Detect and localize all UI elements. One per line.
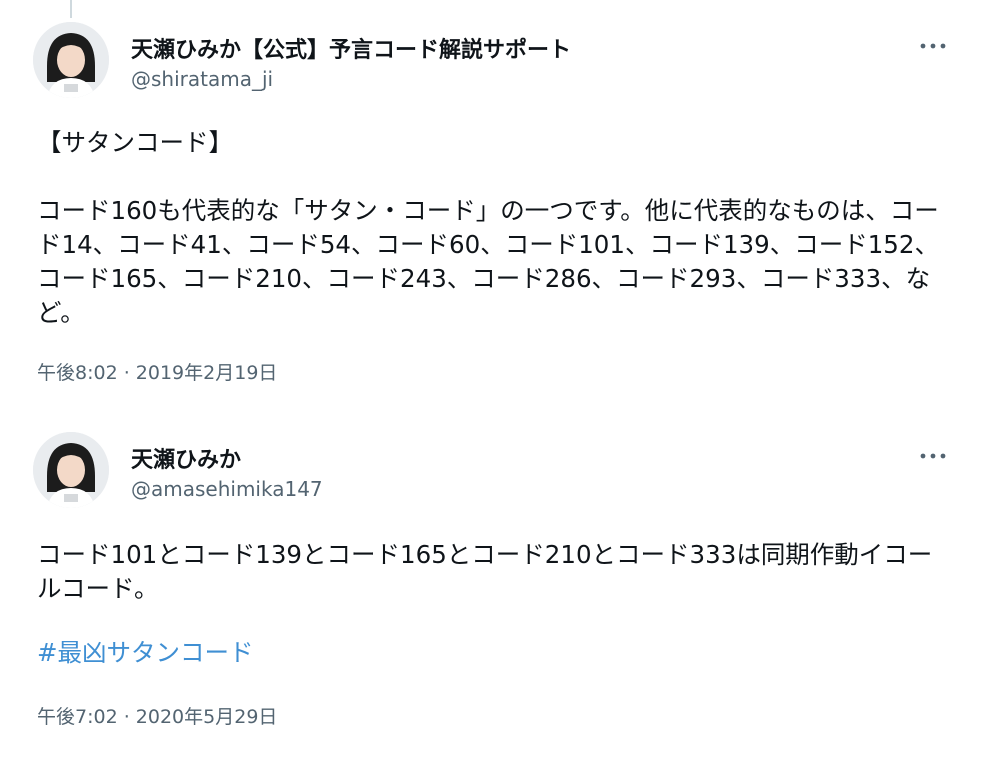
tweet-text: コード101とコード139とコード165とコード210とコード333は同期作動イ… [37,540,933,603]
thread-connector-line [70,0,72,18]
avatar[interactable] [33,22,109,98]
hashtag-link[interactable]: #最凶サタンコード [37,634,254,669]
tweet-text: 【サタンコード】 コード160も代表的な「サタン・コード」の一つです。他に代表的… [37,128,939,327]
more-horizontal-icon[interactable] [913,34,953,58]
tweet-timestamp[interactable]: 午後8:02 · 2019年2月19日 [37,358,277,385]
user-handle[interactable]: @amasehimika147 [131,477,323,501]
avatar[interactable] [33,432,109,508]
more-horizontal-icon[interactable] [913,444,953,468]
tweet-timestamp[interactable]: 午後7:02 · 2020年5月29日 [37,702,277,729]
user-handle[interactable]: @shiratama_ji [131,67,273,91]
display-name[interactable]: 天瀬ひみか [131,442,241,474]
display-name[interactable]: 天瀬ひみか【公式】予言コード解説サポート [131,32,571,64]
